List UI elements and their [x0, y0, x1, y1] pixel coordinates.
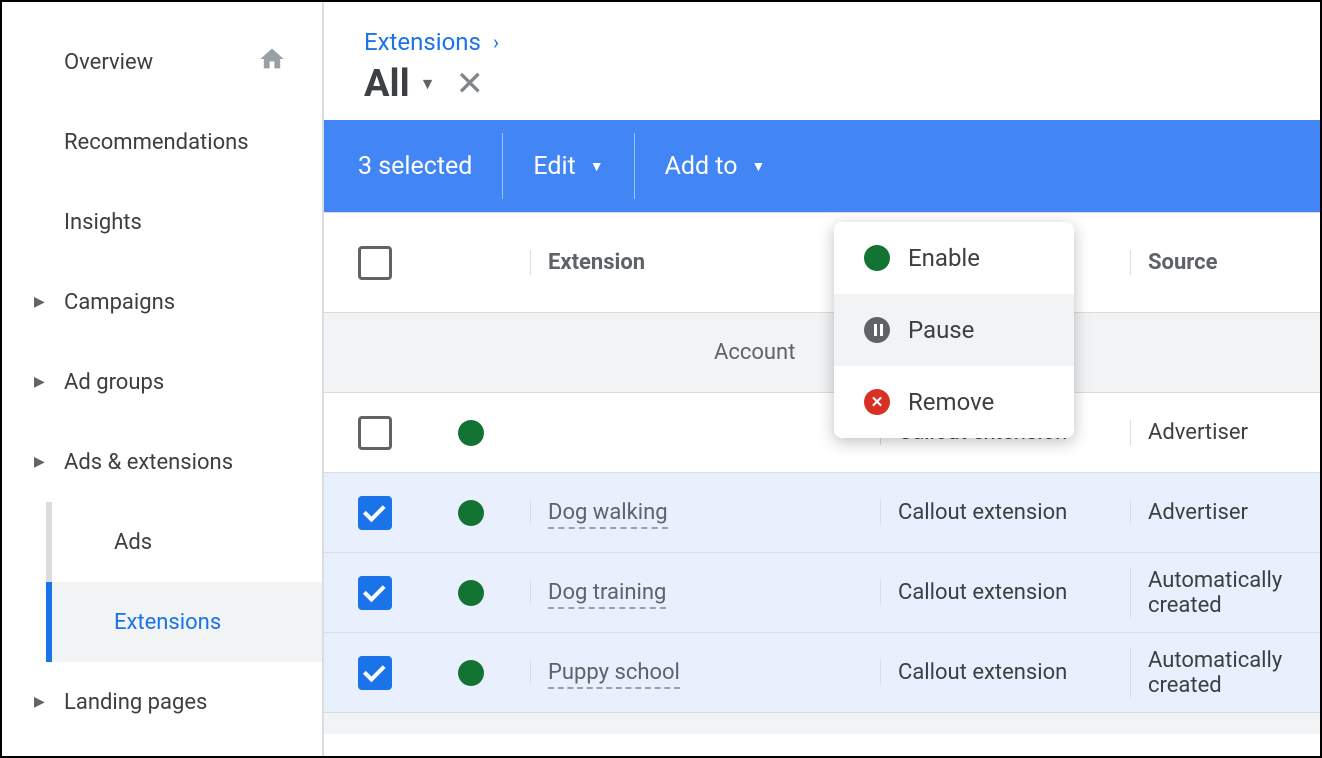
- addto-label: Add to: [665, 152, 738, 181]
- extension-type: Callout extension: [898, 660, 1148, 685]
- row-checkbox[interactable]: [358, 576, 392, 610]
- edit-menu: Enable Pause Remove: [834, 222, 1074, 438]
- chevron-right-icon: ▶: [34, 374, 45, 390]
- enable-icon: [864, 245, 890, 271]
- sidebar-item-label: Ad groups: [64, 370, 164, 395]
- chevron-down-icon: ▼: [751, 158, 765, 175]
- header: Extensions › All ▼ ✕: [324, 2, 1320, 120]
- sidebar-item-overview[interactable]: Overview: [2, 22, 322, 102]
- row-checkbox[interactable]: [358, 656, 392, 690]
- table-row[interactable]: Dog training Callout extension Automatic…: [324, 552, 1320, 632]
- sidebar-item-label: Campaigns: [64, 290, 175, 315]
- chevron-right-icon: ▶: [34, 454, 45, 470]
- addto-dropdown[interactable]: Add to ▼: [635, 138, 796, 194]
- extension-type: Callout extension: [898, 580, 1148, 605]
- action-bar: 3 selected Edit ▼ Add to ▼: [324, 120, 1320, 212]
- sidebar-item-label: Insights: [64, 210, 142, 235]
- table-row[interactable]: Callout extension Advertiser: [324, 392, 1320, 472]
- pause-icon: [864, 317, 890, 343]
- sidebar-subitem-extensions[interactable]: Extensions: [46, 582, 322, 662]
- select-all-checkbox[interactable]: [358, 246, 392, 280]
- sidebar-item-label: Landing pages: [64, 690, 207, 715]
- main-panel: Extensions › All ▼ ✕ 3 selected Edit ▼: [322, 2, 1320, 756]
- table-group-row: Account: [324, 312, 1320, 392]
- chevron-right-icon: ▶: [34, 294, 45, 310]
- sidebar-subitem-ads[interactable]: Ads: [46, 502, 322, 582]
- selection-count-text: 3 selected: [358, 152, 472, 181]
- home-icon: [258, 45, 286, 79]
- menu-item-label: Enable: [908, 244, 980, 272]
- chevron-down-icon: ▼: [420, 74, 436, 94]
- filter-dropdown[interactable]: All ▼: [364, 62, 436, 106]
- status-enabled-icon: [458, 580, 484, 606]
- sidebar-item-adgroups[interactable]: ▶ Ad groups: [2, 342, 322, 422]
- menu-item-label: Pause: [908, 316, 974, 344]
- table-header-row: Extension Extension type Source: [324, 212, 1320, 312]
- sidebar-item-label: Ads & extensions: [64, 450, 233, 475]
- status-enabled-icon: [458, 420, 484, 446]
- status-enabled-icon: [458, 660, 484, 686]
- extension-source: Automatically created: [1148, 648, 1286, 698]
- menu-item-remove[interactable]: Remove: [834, 366, 1074, 438]
- extension-name[interactable]: Dog training: [548, 580, 666, 609]
- sidebar-item-recommendations[interactable]: Recommendations: [2, 102, 322, 182]
- chevron-right-icon: ›: [493, 30, 499, 54]
- chevron-down-icon: ▼: [590, 158, 604, 175]
- extensions-table: Extension Extension type Source Account …: [324, 212, 1320, 756]
- edit-label: Edit: [533, 152, 575, 181]
- sidebar-item-label: Recommendations: [64, 130, 249, 155]
- status-enabled-icon: [458, 500, 484, 526]
- table-footer: [324, 712, 1320, 734]
- menu-item-enable[interactable]: Enable: [834, 222, 1074, 294]
- extension-type: Callout extension: [898, 500, 1148, 525]
- extension-source: Automatically created: [1148, 568, 1286, 618]
- group-label: Account: [714, 340, 795, 365]
- extension-source: Advertiser: [1148, 500, 1286, 525]
- extension-name[interactable]: Puppy school: [548, 660, 680, 689]
- table-row[interactable]: Puppy school Callout extension Automatic…: [324, 632, 1320, 712]
- column-header-source[interactable]: Source: [1148, 250, 1286, 275]
- close-icon[interactable]: ✕: [456, 64, 485, 104]
- breadcrumb[interactable]: Extensions ›: [364, 28, 1280, 56]
- sidebar-item-ads-extensions[interactable]: ▶ Ads & extensions: [2, 422, 322, 502]
- table-row[interactable]: Dog walking Callout extension Advertiser: [324, 472, 1320, 552]
- sidebar-item-insights[interactable]: Insights: [2, 182, 322, 262]
- menu-item-pause[interactable]: Pause: [834, 294, 1074, 366]
- filter-label-text: All: [364, 62, 410, 106]
- row-checkbox[interactable]: [358, 416, 392, 450]
- menu-item-label: Remove: [908, 388, 994, 416]
- sidebar-item-landing-pages[interactable]: ▶ Landing pages: [2, 662, 322, 742]
- sidebar-item-label: Extensions: [114, 610, 221, 635]
- row-checkbox[interactable]: [358, 496, 392, 530]
- sidebar-item-label: Overview: [64, 50, 153, 75]
- extension-name[interactable]: Dog walking: [548, 500, 668, 529]
- remove-icon: [864, 389, 890, 415]
- breadcrumb-label: Extensions: [364, 28, 481, 56]
- selection-count: 3 selected: [358, 138, 502, 194]
- sidebar: Overview Recommendations Insights ▶ Camp…: [2, 2, 322, 756]
- chevron-right-icon: ▶: [34, 694, 45, 710]
- sidebar-item-label: Ads: [114, 530, 152, 555]
- edit-dropdown[interactable]: Edit ▼: [503, 138, 633, 194]
- sidebar-item-campaigns[interactable]: ▶ Campaigns: [2, 262, 322, 342]
- extension-source: Advertiser: [1148, 420, 1286, 445]
